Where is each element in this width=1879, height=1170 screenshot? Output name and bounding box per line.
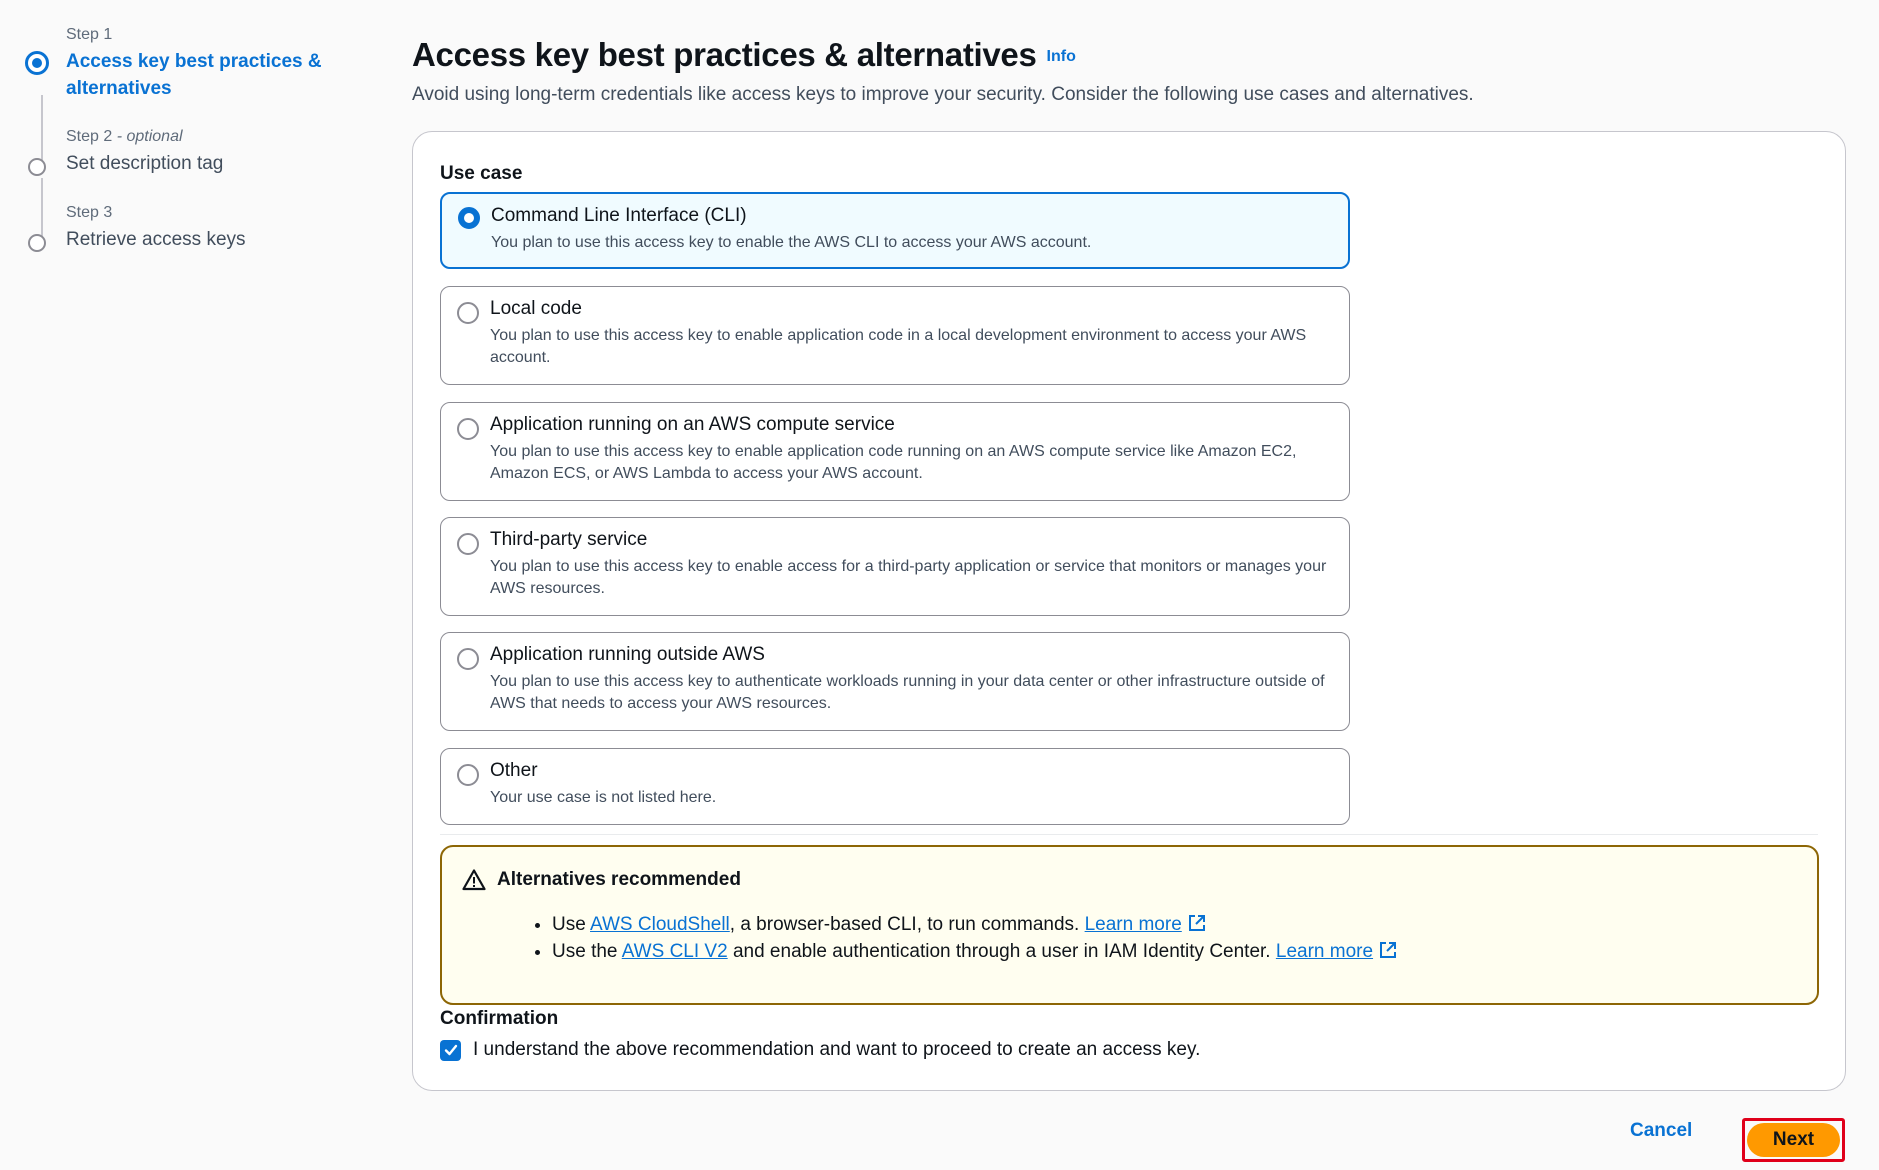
learn-more-link[interactable]: Learn more bbox=[1276, 941, 1397, 962]
option-title: Application running on an AWS compute se… bbox=[490, 414, 895, 435]
cli-v2-link[interactable]: AWS CLI V2 bbox=[622, 941, 728, 962]
cloudshell-link[interactable]: AWS CloudShell bbox=[590, 914, 730, 935]
info-link[interactable]: Info bbox=[1047, 48, 1076, 65]
option-third-party[interactable]: Third-party service You plan to use this… bbox=[440, 517, 1350, 616]
check-icon bbox=[444, 1044, 457, 1056]
use-case-label: Use case bbox=[440, 163, 523, 184]
next-button[interactable]: Next bbox=[1747, 1123, 1840, 1157]
next-button-highlight: Next bbox=[1742, 1118, 1845, 1162]
option-title: Third-party service bbox=[490, 529, 648, 550]
page-title: Access key best practices & alternatives… bbox=[412, 36, 1076, 74]
alert-item: Use AWS CloudShell, a browser-based CLI,… bbox=[552, 911, 1397, 938]
option-description: You plan to use this access key to enabl… bbox=[490, 443, 1297, 482]
step-title: Set description tag bbox=[66, 153, 224, 174]
divider bbox=[440, 834, 1818, 835]
option-aws-compute[interactable]: Application running on an AWS compute se… bbox=[440, 402, 1350, 501]
option-title: Local code bbox=[490, 298, 582, 319]
use-case-container: Use case Command Line Interface (CLI) Yo… bbox=[412, 131, 1846, 1091]
option-cli[interactable]: Command Line Interface (CLI) You plan to… bbox=[440, 192, 1350, 269]
step-title[interactable]: Access key best practices & alternatives bbox=[66, 48, 386, 102]
step-current-icon bbox=[25, 51, 49, 75]
step-pending-icon bbox=[28, 234, 46, 252]
radio-icon[interactable] bbox=[457, 418, 479, 440]
radio-icon[interactable] bbox=[457, 764, 479, 786]
alert-title: Alternatives recommended bbox=[497, 869, 741, 890]
radio-selected-icon[interactable] bbox=[458, 207, 480, 229]
external-link-icon bbox=[1380, 942, 1397, 958]
alert-list: Use AWS CloudShell, a browser-based CLI,… bbox=[532, 911, 1397, 965]
option-outside-aws[interactable]: Application running outside AWS You plan… bbox=[440, 632, 1350, 731]
option-title: Application running outside AWS bbox=[490, 644, 765, 665]
alert-header: Alternatives recommended bbox=[462, 868, 741, 892]
radio-icon[interactable] bbox=[457, 648, 479, 670]
confirmation-checkbox[interactable] bbox=[440, 1039, 461, 1061]
step-number: Step 3 bbox=[66, 204, 113, 221]
step-3: Step 3 Retrieve access keys bbox=[28, 200, 386, 253]
option-description: You plan to use this access key to authe… bbox=[490, 673, 1325, 712]
confirmation-row[interactable]: I understand the above recommendation an… bbox=[440, 1039, 1200, 1061]
confirmation-text[interactable]: I understand the above recommendation an… bbox=[473, 1039, 1200, 1061]
step-title: Retrieve access keys bbox=[66, 229, 246, 250]
step-number: Step 1 bbox=[66, 26, 113, 43]
option-description: Your use case is not listed here. bbox=[490, 789, 717, 806]
option-title: Command Line Interface (CLI) bbox=[491, 205, 747, 226]
option-description: You plan to use this access key to enabl… bbox=[491, 234, 1092, 251]
confirmation-label: Confirmation bbox=[440, 1008, 559, 1029]
warning-icon bbox=[462, 869, 486, 891]
page-description: Avoid using long-term credentials like a… bbox=[412, 84, 1474, 105]
option-other[interactable]: Other Your use case is not listed here. bbox=[440, 748, 1350, 825]
learn-more-link[interactable]: Learn more bbox=[1085, 914, 1206, 935]
step-1[interactable]: Step 1 Access key best practices & alter… bbox=[25, 22, 386, 102]
step-pending-icon bbox=[28, 158, 46, 176]
radio-icon[interactable] bbox=[457, 533, 479, 555]
option-description: You plan to use this access key to enabl… bbox=[490, 327, 1307, 366]
alert-item: Use the AWS CLI V2 and enable authentica… bbox=[552, 938, 1397, 965]
cancel-button[interactable]: Cancel bbox=[1630, 1120, 1692, 1142]
option-title: Other bbox=[490, 760, 538, 781]
radio-icon[interactable] bbox=[457, 302, 479, 324]
step-number: Step 2 - optional bbox=[66, 128, 183, 145]
alternatives-alert: Alternatives recommended Use AWS CloudSh… bbox=[440, 845, 1819, 1005]
external-link-icon bbox=[1188, 915, 1205, 931]
option-description: You plan to use this access key to enabl… bbox=[490, 558, 1327, 597]
page-title-text: Access key best practices & alternatives bbox=[412, 36, 1037, 73]
step-2: Step 2 - optional Set description tag bbox=[28, 124, 386, 177]
option-local-code[interactable]: Local code You plan to use this access k… bbox=[440, 286, 1350, 385]
